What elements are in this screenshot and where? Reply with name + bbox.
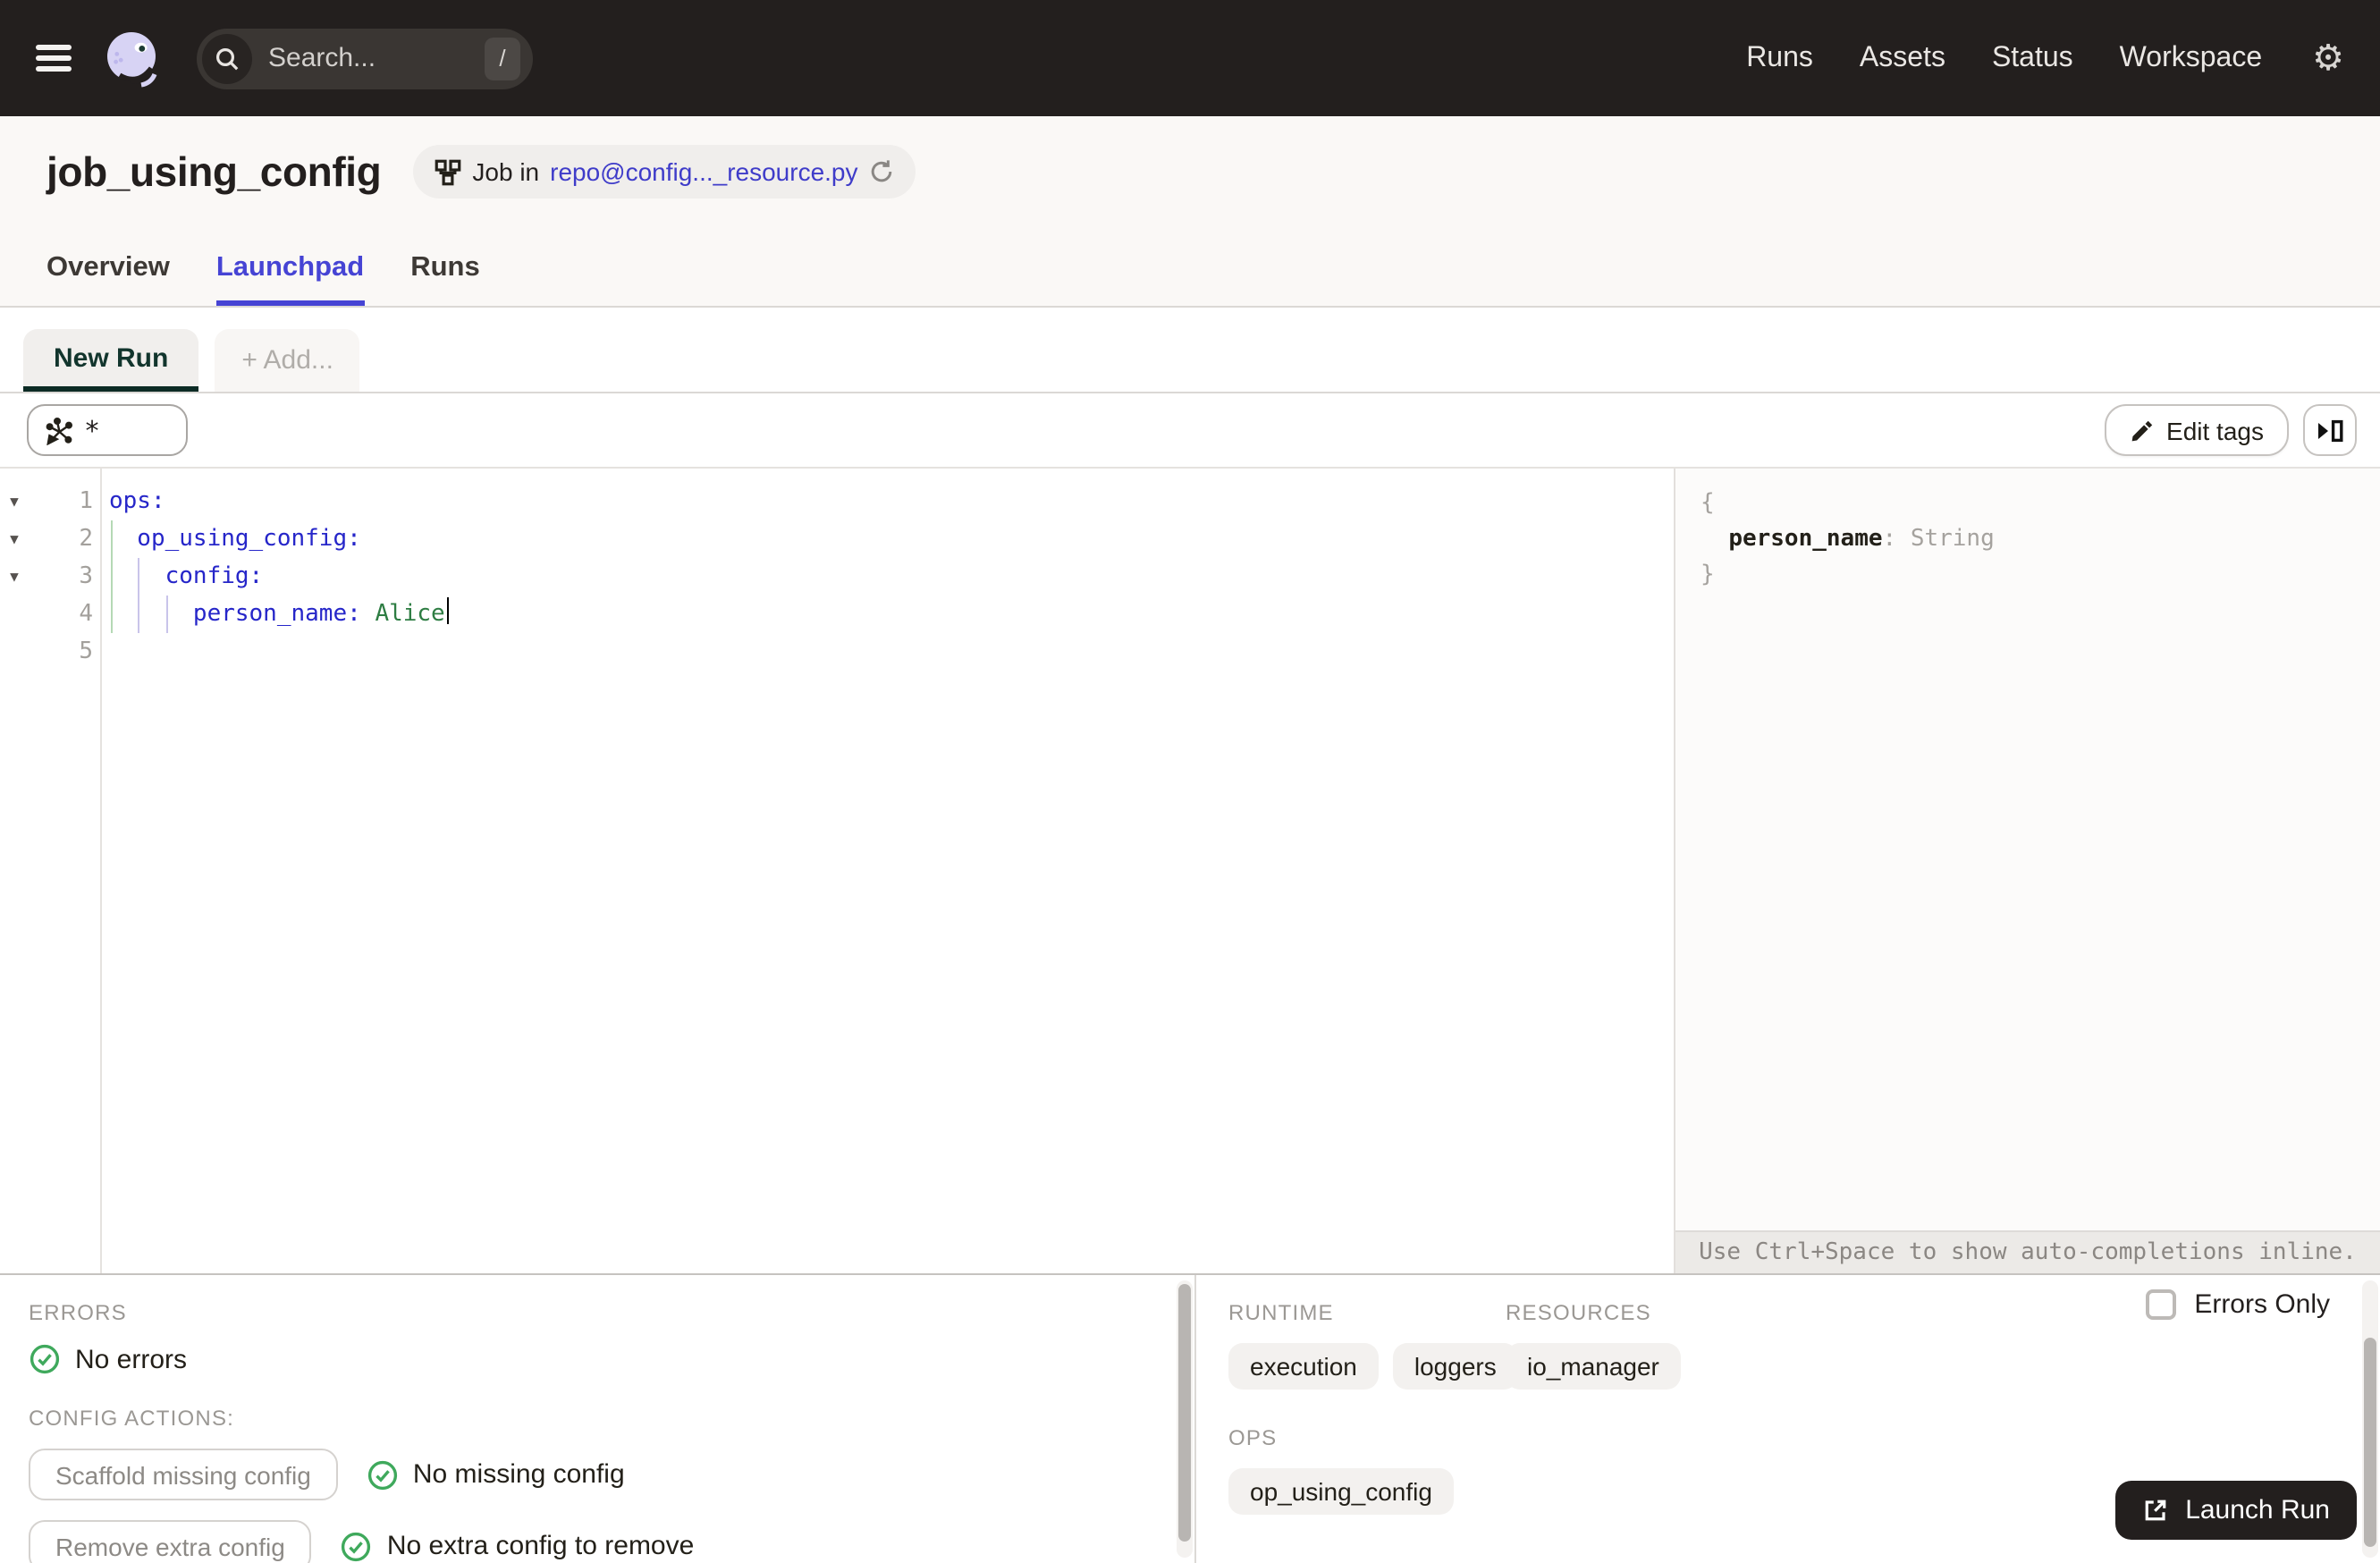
search-placeholder: Search... bbox=[268, 43, 376, 73]
settings-gear-icon[interactable]: ⚙ bbox=[2312, 40, 2344, 76]
edit-tags-button[interactable]: Edit tags bbox=[2104, 404, 2289, 456]
check-circle-icon bbox=[29, 1343, 61, 1375]
text-cursor bbox=[446, 597, 450, 624]
op-graph-icon bbox=[45, 416, 73, 444]
autocomplete-hint: Use Ctrl+Space to show auto-completions … bbox=[1675, 1230, 2380, 1273]
no-missing-config-text: No missing config bbox=[412, 1459, 625, 1490]
job-hierarchy-icon bbox=[435, 158, 461, 185]
line-number: 5 bbox=[79, 638, 93, 665]
app: Search... / Runs Assets Status Workspace… bbox=[0, 0, 2380, 1563]
reload-repo-icon[interactable] bbox=[869, 159, 894, 184]
tab-runs[interactable]: Runs bbox=[410, 252, 480, 306]
check-circle-icon bbox=[367, 1458, 399, 1491]
job-repo-badge: Job in repo@config..._resource.py bbox=[413, 145, 916, 199]
search-shortcut-key: / bbox=[485, 37, 520, 80]
line-number: 2 bbox=[79, 526, 93, 553]
yaml-line-2: op_using_config: bbox=[109, 526, 361, 553]
add-session-tab[interactable]: + Add... bbox=[215, 329, 360, 392]
errors-only-checkbox[interactable] bbox=[2146, 1289, 2177, 1320]
launch-run-label: Launch Run bbox=[2185, 1495, 2330, 1525]
yaml-line-4-key: person_name: bbox=[109, 601, 376, 628]
schema-brace-close: } bbox=[1701, 562, 1715, 588]
yaml-line-3: config: bbox=[109, 563, 264, 590]
resources-heading: RESOURCES bbox=[1506, 1300, 1651, 1325]
bottom-panel: ERRORS No errors CONFIG ACTIONS: Scaffol… bbox=[0, 1273, 2380, 1563]
top-nav: Runs Assets Status Workspace ⚙ bbox=[1746, 40, 2344, 76]
repo-link[interactable]: repo@config..._resource.py bbox=[550, 157, 857, 186]
launchpad-toolbar: * Edit tags bbox=[0, 393, 2380, 469]
check-circle-icon bbox=[341, 1530, 373, 1562]
schema-field-row[interactable]: person_name: String bbox=[1701, 522, 1995, 558]
errors-panel: ERRORS No errors CONFIG ACTIONS: Scaffol… bbox=[0, 1275, 1177, 1563]
runtime-heading: RUNTIME bbox=[1228, 1300, 1334, 1325]
pencil-icon bbox=[2129, 418, 2154, 443]
search-icon bbox=[202, 33, 252, 83]
no-extra-config-text: No extra config to remove bbox=[386, 1531, 695, 1561]
toggle-right-panel-button[interactable] bbox=[2303, 404, 2357, 456]
scaffold-missing-config-button[interactable]: Scaffold missing config bbox=[29, 1449, 338, 1500]
page-header: job_using_config Job in repo@config..._r… bbox=[0, 116, 2380, 308]
yaml-editor[interactable]: ▼ 1 ops: ▼ 2 op_using_config: ▼ 3 config… bbox=[0, 469, 1674, 1273]
schema-brace-open: { bbox=[1701, 490, 1715, 517]
page-title: job_using_config bbox=[46, 148, 382, 194]
line-number: 3 bbox=[79, 563, 93, 590]
config-actions-heading: CONFIG ACTIONS: bbox=[29, 1406, 235, 1431]
page-tabs: Overview Launchpad Runs bbox=[46, 252, 480, 306]
external-link-icon bbox=[2142, 1497, 2169, 1524]
config-schema-panel: { person_name: String } Use Ctrl+Space t… bbox=[1674, 469, 2380, 1273]
op-selector-input[interactable]: * bbox=[27, 404, 188, 456]
dagster-logo-icon[interactable] bbox=[100, 26, 165, 90]
job-badge-prefix: Job in bbox=[472, 157, 540, 186]
nav-runs[interactable]: Runs bbox=[1746, 42, 1813, 74]
resources-tag-io-manager[interactable]: io_manager bbox=[1506, 1343, 1681, 1390]
menu-icon[interactable] bbox=[36, 45, 72, 72]
errors-heading: ERRORS bbox=[29, 1300, 127, 1325]
tab-overview[interactable]: Overview bbox=[46, 252, 170, 306]
nav-assets[interactable]: Assets bbox=[1860, 42, 1945, 74]
errors-panel-scrollbar[interactable] bbox=[1177, 1280, 1193, 1558]
schema-field-sep: : bbox=[1882, 526, 1911, 553]
line-number: 1 bbox=[79, 488, 93, 515]
ops-tag-op-using-config[interactable]: op_using_config bbox=[1228, 1468, 1454, 1515]
schema-field-name: person_name bbox=[1728, 526, 1883, 553]
nav-status[interactable]: Status bbox=[1992, 42, 2073, 74]
errors-only-toggle[interactable]: Errors Only bbox=[2146, 1289, 2330, 1320]
session-tab-new-run[interactable]: New Run bbox=[23, 329, 199, 392]
op-selector-value: * bbox=[84, 414, 101, 446]
schema-field-type: String bbox=[1910, 526, 1995, 553]
top-bar: Search... / Runs Assets Status Workspace… bbox=[0, 0, 2380, 116]
tab-launchpad[interactable]: Launchpad bbox=[215, 252, 364, 306]
config-editor-region: ▼ 1 ops: ▼ 2 op_using_config: ▼ 3 config… bbox=[0, 469, 2380, 1273]
runtime-tag-loggers[interactable]: loggers bbox=[1392, 1343, 1518, 1390]
summary-panel-scrollbar[interactable] bbox=[2362, 1280, 2378, 1558]
errors-only-label: Errors Only bbox=[2194, 1289, 2330, 1320]
edit-tags-label: Edit tags bbox=[2166, 416, 2264, 444]
runtime-tag-execution[interactable]: execution bbox=[1228, 1343, 1379, 1390]
remove-extra-config-button[interactable]: Remove extra config bbox=[29, 1520, 312, 1563]
line-number: 4 bbox=[79, 601, 93, 628]
no-errors-text: No errors bbox=[75, 1344, 188, 1374]
nav-workspace[interactable]: Workspace bbox=[2120, 42, 2262, 74]
search-input[interactable]: Search... / bbox=[197, 28, 533, 89]
yaml-line-4-value: Alice bbox=[375, 601, 445, 628]
launch-run-button[interactable]: Launch Run bbox=[2115, 1481, 2357, 1540]
yaml-line-1: ops: bbox=[109, 488, 165, 515]
ops-heading: OPS bbox=[1228, 1425, 1278, 1450]
session-tab-strip: New Run + Add... bbox=[0, 308, 2380, 393]
